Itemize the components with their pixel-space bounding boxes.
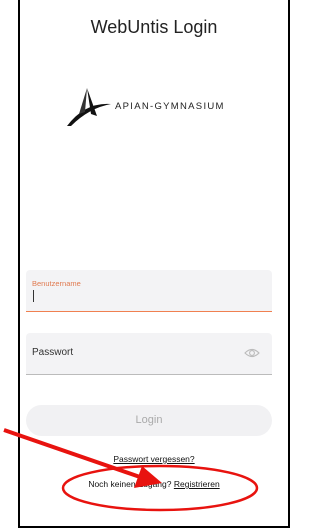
password-field[interactable]: Passwort [26,333,272,375]
text-cursor [33,290,34,302]
username-label: Benutzername [32,279,81,288]
login-panel: WebUntis Login APIAN-GYMNASIUM Benutzern… [18,0,290,528]
no-access-prefix: Noch keinen Zugang? [88,479,172,489]
school-logo: APIAN-GYMNASIUM [65,84,265,130]
logo-mark-icon [67,88,111,126]
no-access-text: Noch keinen Zugang? Registrieren [20,479,288,489]
eye-icon[interactable] [244,346,260,360]
page-title: WebUntis Login [90,17,218,37]
password-label: Passwort [32,347,74,358]
forgot-password-link[interactable]: Passwort vergessen? [20,454,288,464]
school-name: APIAN-GYMNASIUM [115,101,225,112]
register-link[interactable]: Registrieren [174,479,220,489]
username-field[interactable]: Benutzername [26,270,272,312]
login-button[interactable]: Login [26,405,272,436]
